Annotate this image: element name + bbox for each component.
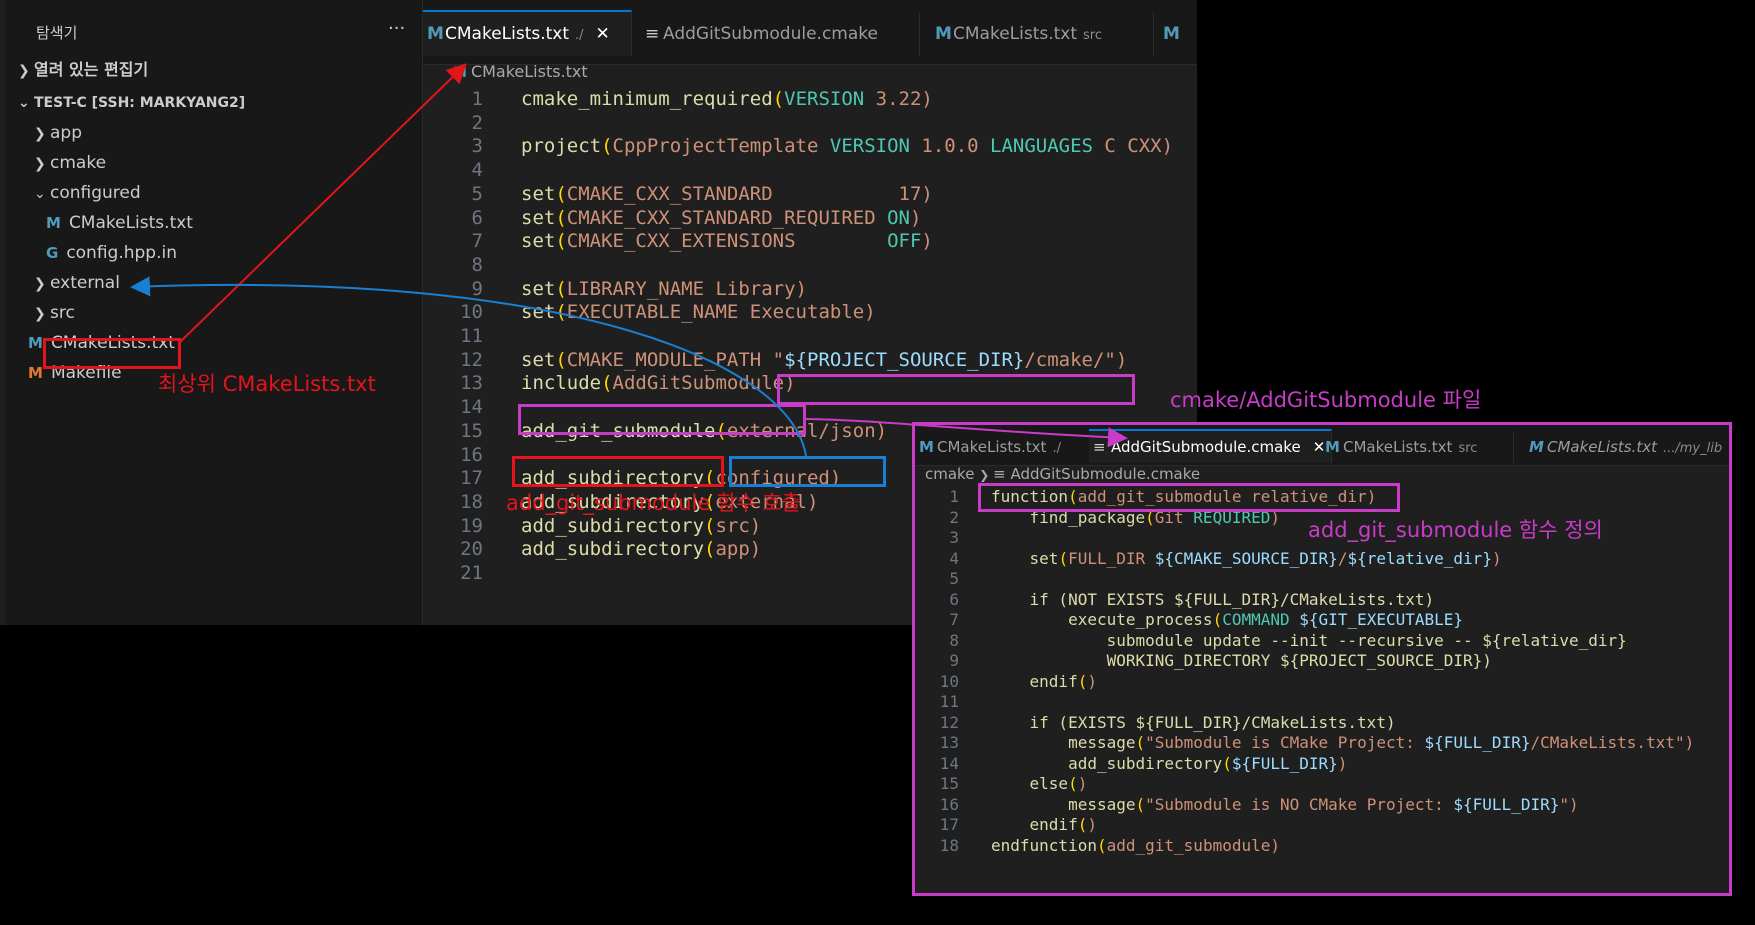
arrow-magenta	[805, 418, 1128, 448]
arrow-blue	[130, 276, 807, 457]
arrow-red	[179, 63, 467, 343]
annotation-arrows	[130, 63, 1128, 457]
